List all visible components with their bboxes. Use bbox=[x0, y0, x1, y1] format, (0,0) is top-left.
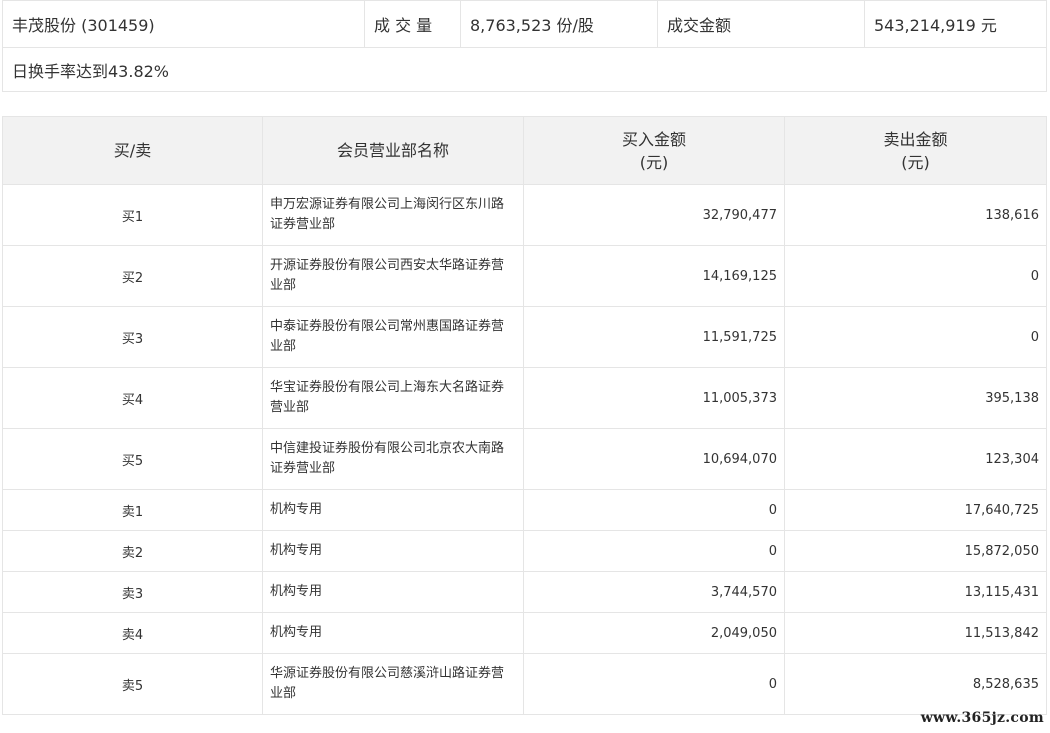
row-sell-amount: 8,528,635 bbox=[784, 653, 1047, 715]
row-side: 卖2 bbox=[2, 530, 263, 572]
table-row: 卖2 机构专用 0 15,872,050 bbox=[2, 530, 1047, 572]
row-buy-amount: 0 bbox=[523, 530, 785, 572]
table-row: 卖1 机构专用 0 17,640,725 bbox=[2, 489, 1047, 531]
row-broker-name: 中泰证券股份有限公司常州惠国路证券营业部 bbox=[262, 306, 524, 368]
row-broker-name: 中信建投证券股份有限公司北京农大南路证券营业部 bbox=[262, 428, 524, 490]
header-side: 买/卖 bbox=[2, 116, 263, 185]
header-buy-label: 买入金额 bbox=[621, 129, 686, 149]
table-row: 卖4 机构专用 2,049,050 11,513,842 bbox=[2, 612, 1047, 654]
row-side: 买5 bbox=[2, 428, 263, 490]
header-name: 会员营业部名称 bbox=[262, 116, 524, 185]
row-sell-amount: 0 bbox=[784, 245, 1047, 307]
row-buy-amount: 11,591,725 bbox=[523, 306, 785, 368]
amount-value: 543,214,919 元 bbox=[864, 0, 1047, 48]
row-sell-amount: 11,513,842 bbox=[784, 612, 1047, 654]
row-buy-amount: 3,744,570 bbox=[523, 571, 785, 613]
header-sell-unit: (元) bbox=[901, 152, 930, 172]
table-row: 卖3 机构专用 3,744,570 13,115,431 bbox=[2, 571, 1047, 613]
stock-name: 丰茂股份 (301459) bbox=[2, 0, 365, 48]
row-broker-name: 机构专用 bbox=[262, 489, 524, 531]
row-broker-name: 申万宏源证券有限公司上海闵行区东川路证券营业部 bbox=[262, 184, 524, 246]
header-buy-unit: (元) bbox=[639, 152, 669, 172]
row-side: 买1 bbox=[2, 184, 263, 246]
volume-label: 成 交 量 bbox=[364, 0, 461, 48]
row-buy-amount: 0 bbox=[523, 489, 785, 531]
row-sell-amount: 15,872,050 bbox=[784, 530, 1047, 572]
row-sell-amount: 0 bbox=[784, 306, 1047, 368]
row-buy-amount: 10,694,070 bbox=[523, 428, 785, 490]
row-broker-name: 开源证券股份有限公司西安太华路证券营业部 bbox=[262, 245, 524, 307]
turnover-row: 日换手率达到43.82% bbox=[2, 47, 1047, 92]
broker-trading-table: 买/卖 会员营业部名称 买入金额 (元) 卖出金额 (元) 买1 申万宏源证券有限公… bbox=[2, 116, 1047, 715]
header-sell: 卖出金额 (元) bbox=[784, 116, 1047, 185]
stock-summary-table: 丰茂股份 (301459) 成 交 量 8,763,523 份/股 成交金额 5… bbox=[2, 0, 1047, 92]
table-row: 卖5 华源证券股份有限公司慈溪浒山路证券营业部 0 8,528,635 bbox=[2, 653, 1047, 715]
row-broker-name: 华宝证券股份有限公司上海东大名路证券营业部 bbox=[262, 367, 524, 429]
header-buy: 买入金额 (元) bbox=[523, 116, 785, 185]
row-side: 买4 bbox=[2, 367, 263, 429]
row-broker-name: 机构专用 bbox=[262, 612, 524, 654]
volume-value: 8,763,523 份/股 bbox=[460, 0, 658, 48]
row-buy-amount: 14,169,125 bbox=[523, 245, 785, 307]
row-sell-amount: 17,640,725 bbox=[784, 489, 1047, 531]
row-buy-amount: 11,005,373 bbox=[523, 367, 785, 429]
table-header-row: 买/卖 会员营业部名称 买入金额 (元) 卖出金额 (元) bbox=[2, 116, 1047, 185]
row-sell-amount: 13,115,431 bbox=[784, 571, 1047, 613]
row-sell-amount: 123,304 bbox=[784, 428, 1047, 490]
row-side: 买3 bbox=[2, 306, 263, 368]
row-side: 卖3 bbox=[2, 571, 263, 613]
row-buy-amount: 32,790,477 bbox=[523, 184, 785, 246]
row-broker-name: 机构专用 bbox=[262, 571, 524, 613]
row-broker-name: 华源证券股份有限公司慈溪浒山路证券营业部 bbox=[262, 653, 524, 715]
table-row: 买3 中泰证券股份有限公司常州惠国路证券营业部 11,591,725 0 bbox=[2, 306, 1047, 368]
row-side: 卖4 bbox=[2, 612, 263, 654]
site-watermark: www.365jz.com bbox=[920, 710, 1044, 726]
table-row: 买4 华宝证券股份有限公司上海东大名路证券营业部 11,005,373 395,… bbox=[2, 367, 1047, 429]
table-row: 买2 开源证券股份有限公司西安太华路证券营业部 14,169,125 0 bbox=[2, 245, 1047, 307]
table-row: 买5 中信建投证券股份有限公司北京农大南路证券营业部 10,694,070 12… bbox=[2, 428, 1047, 490]
row-buy-amount: 0 bbox=[523, 653, 785, 715]
row-side: 卖5 bbox=[2, 653, 263, 715]
summary-row: 丰茂股份 (301459) 成 交 量 8,763,523 份/股 成交金额 5… bbox=[2, 0, 1047, 48]
row-buy-amount: 2,049,050 bbox=[523, 612, 785, 654]
table-row: 买1 申万宏源证券有限公司上海闵行区东川路证券营业部 32,790,477 13… bbox=[2, 184, 1047, 246]
header-sell-label: 卖出金额 bbox=[883, 129, 948, 149]
row-sell-amount: 395,138 bbox=[784, 367, 1047, 429]
turnover-text: 日换手率达到43.82% bbox=[2, 47, 1047, 92]
amount-label: 成交金额 bbox=[657, 0, 865, 48]
row-side: 卖1 bbox=[2, 489, 263, 531]
row-broker-name: 机构专用 bbox=[262, 530, 524, 572]
row-side: 买2 bbox=[2, 245, 263, 307]
row-sell-amount: 138,616 bbox=[784, 184, 1047, 246]
